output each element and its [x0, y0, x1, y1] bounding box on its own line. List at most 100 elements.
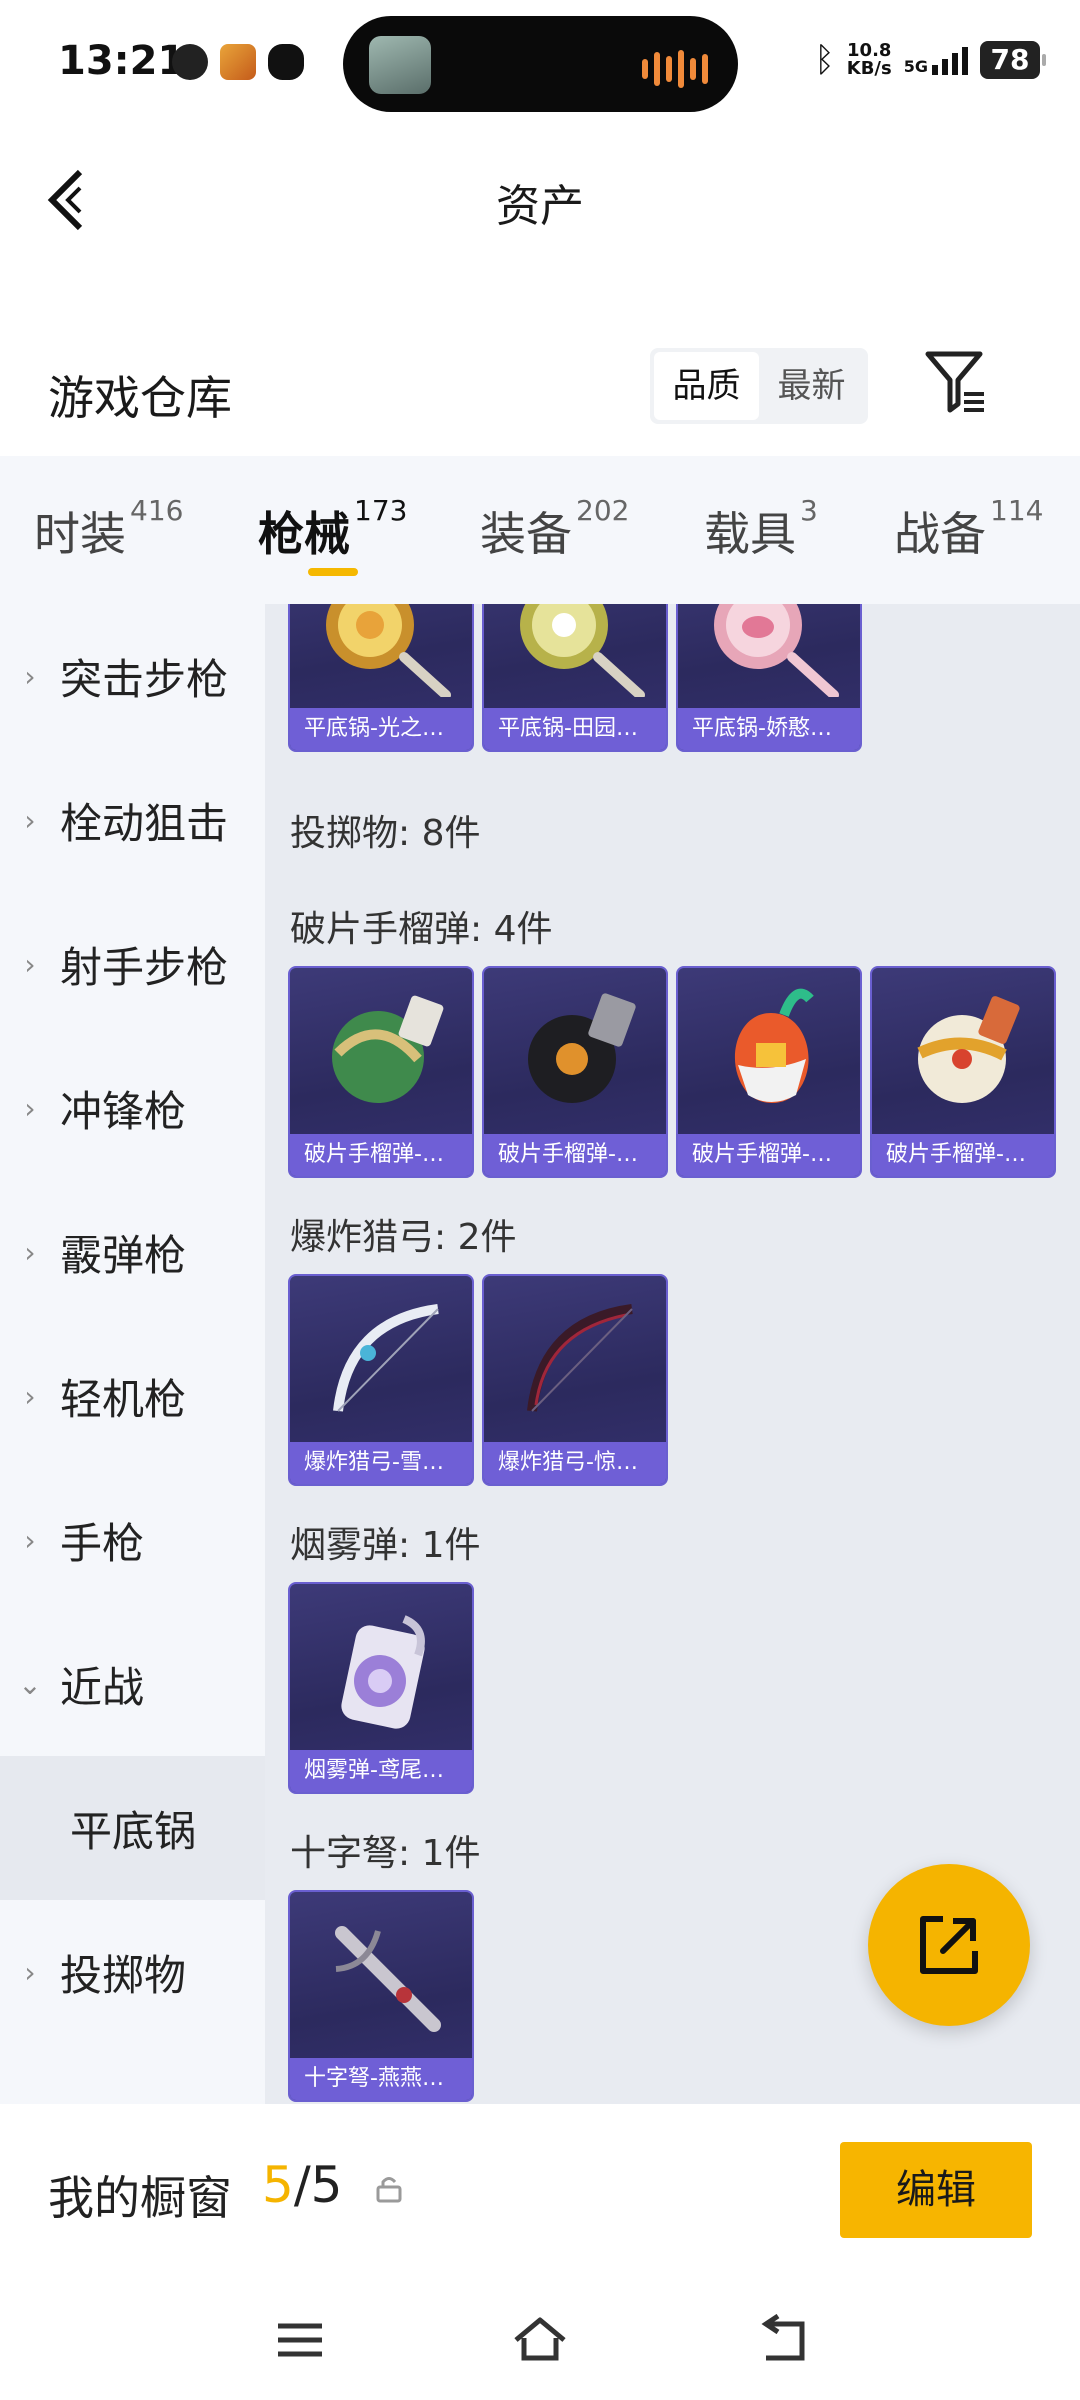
active-tab-indicator [308, 568, 358, 576]
chevron-down-icon: ⌄ [18, 1667, 42, 1701]
sidebar-item-shotgun[interactable]: › 霰弹枪 [0, 1180, 265, 1324]
item-card-label: 爆炸猎弓-雪… [290, 1442, 472, 1484]
back-nav-icon[interactable] [752, 2314, 812, 2366]
sidebar-item-label: 手枪 [60, 1518, 145, 1568]
bluetooth-icon: ᛒ [814, 40, 835, 80]
grenade-image [484, 968, 666, 1128]
tab-label: 战备 [894, 507, 986, 561]
tab-label: 枪械 [258, 507, 350, 561]
item-card-label: 爆炸猎弓-惊… [484, 1442, 666, 1484]
share-external-icon [920, 1916, 978, 1974]
item-card-label: 平底锅-娇憨… [678, 708, 860, 750]
category-heading-smoke: 烟雾弹: 1件 [290, 1525, 481, 1566]
signal-icon [932, 45, 968, 75]
showcase-bar: 我的橱窗 5/5 编辑 [0, 2104, 1080, 2274]
share-button[interactable] [868, 1864, 1030, 2026]
tab-vehicles[interactable]: 载具 3 [704, 494, 818, 564]
grenade-image [678, 968, 860, 1128]
sidebar-item-label: 投掷物 [60, 1950, 187, 2000]
network-speed: 10.8 KB/s [847, 42, 892, 78]
item-card[interactable]: 平底锅-娇憨… [676, 604, 862, 752]
notification-icons [172, 44, 304, 80]
home-icon[interactable] [510, 2314, 570, 2366]
sort-option-newest[interactable]: 最新 [759, 352, 864, 420]
tab-battle-supplies[interactable]: 战备 114 [894, 494, 1043, 564]
item-card-label: 烟雾弹-鸢尾… [290, 1750, 472, 1792]
status-bar: 13:21 ᛒ 10.8 KB/s 5G 78 [0, 0, 1080, 130]
sidebar-item-dmr[interactable]: › 射手步枪 [0, 892, 265, 1036]
crossbow-image [290, 1892, 472, 2052]
category-heading-frag-grenade: 破片手榴弹: 4件 [290, 909, 553, 950]
weapon-type-sidebar: › 突击步枪 › 栓动狙击 › 射手步枪 › 冲锋枪 › 霰弹枪 › 轻机枪 › 手枪 ⌄ 近战… [0, 604, 265, 2104]
item-card-label: 平底锅-光之… [290, 708, 472, 750]
item-card-label: 平底锅-田园… [484, 708, 666, 750]
sidebar-item-throwables[interactable]: › 投掷物 [0, 1900, 265, 2044]
lock-icon [376, 2177, 402, 2203]
status-time: 13:21 [58, 38, 186, 84]
sidebar-item-assault-rifle[interactable]: › 突击步枪 [0, 604, 265, 748]
chevron-right-icon: › [24, 803, 36, 837]
item-card[interactable]: 破片手榴弹-… [870, 966, 1056, 1178]
showcase-label: 我的橱窗 [48, 2171, 232, 2225]
chevron-right-icon: › [24, 947, 36, 981]
showcase-current: 5 [262, 2156, 294, 2214]
sidebar-item-label: 霰弹枪 [60, 1230, 187, 1280]
sidebar-item-smg[interactable]: › 冲锋枪 [0, 1036, 265, 1180]
item-card[interactable]: 烟雾弹-鸢尾… [288, 1582, 474, 1794]
tab-count: 114 [990, 494, 1044, 527]
status-right-icons: ᛒ 10.8 KB/s 5G 78 [814, 40, 1046, 80]
audio-wave-icon [642, 50, 708, 88]
tab-label: 时装 [34, 507, 126, 561]
grenade-image [290, 968, 472, 1128]
sidebar-item-label: 射手步枪 [60, 942, 229, 992]
chevron-right-icon: › [24, 1523, 36, 1557]
tab-count: 173 [354, 494, 408, 527]
item-card[interactable]: 破片手榴弹-… [288, 966, 474, 1178]
tab-label: 装备 [480, 507, 572, 561]
filter-icon [925, 351, 984, 413]
system-nav-bar [0, 2274, 1080, 2400]
item-card-label: 破片手榴弹-… [290, 1134, 472, 1176]
item-card[interactable]: 破片手榴弹-… [676, 966, 862, 1178]
sidebar-item-label: 突击步枪 [60, 654, 229, 704]
item-card[interactable]: 爆炸猎弓-惊… [482, 1274, 668, 1486]
item-card[interactable]: 爆炸猎弓-雪… [288, 1274, 474, 1486]
tab-equipment[interactable]: 装备 202 [480, 494, 629, 564]
page-header: 资产 [0, 140, 1080, 260]
notification-app-icon [172, 44, 208, 80]
dynamic-island[interactable] [343, 16, 738, 112]
sidebar-item-lmg[interactable]: › 轻机枪 [0, 1324, 265, 1468]
item-card[interactable]: 破片手榴弹-… [482, 966, 668, 1178]
pan-image [290, 604, 472, 702]
item-card-label: 十字弩-燕燕… [290, 2058, 472, 2100]
bow-image [290, 1276, 472, 1436]
sidebar-subitem-pan[interactable]: 平底锅 [0, 1756, 265, 1900]
item-card-label: 破片手榴弹-… [678, 1134, 860, 1176]
tab-count: 416 [130, 494, 184, 527]
sidebar-item-bolt-sniper[interactable]: › 栓动狙击 [0, 748, 265, 892]
category-heading-throwables: 投掷物: 8件 [290, 813, 481, 854]
filter-button[interactable] [922, 346, 988, 416]
sidebar-item-melee[interactable]: ⌄ 近战 [0, 1612, 265, 1756]
smoke-grenade-image [290, 1584, 472, 1744]
item-card-label: 破片手榴弹-… [484, 1134, 666, 1176]
sidebar-item-label: 冲锋枪 [60, 1086, 187, 1136]
tab-firearms[interactable]: 枪械 173 [258, 494, 407, 564]
item-card[interactable]: 十字弩-燕燕… [288, 1890, 474, 2102]
menu-icon[interactable] [270, 2314, 330, 2366]
tab-fashion[interactable]: 时装 416 [34, 494, 183, 564]
sort-toggle: 品质 最新 [650, 348, 868, 424]
item-card[interactable]: 平底锅-田园… [482, 604, 668, 752]
battery-level: 78 [980, 41, 1046, 79]
sidebar-item-label: 轻机枪 [60, 1374, 187, 1424]
warehouse-section-header: 游戏仓库 品质 最新 [0, 340, 1080, 450]
category-heading-explosive-bow: 爆炸猎弓: 2件 [290, 1217, 517, 1258]
sidebar-item-pistol[interactable]: › 手枪 [0, 1468, 265, 1612]
sort-option-quality[interactable]: 品质 [654, 352, 759, 420]
chevron-right-icon: › [24, 1379, 36, 1413]
chevron-right-icon: › [24, 1091, 36, 1125]
showcase-total: /5 [293, 2156, 343, 2214]
item-card[interactable]: 平底锅-光之… [288, 604, 474, 752]
edit-button[interactable]: 编辑 [840, 2142, 1032, 2238]
chevron-right-icon: › [24, 659, 36, 693]
